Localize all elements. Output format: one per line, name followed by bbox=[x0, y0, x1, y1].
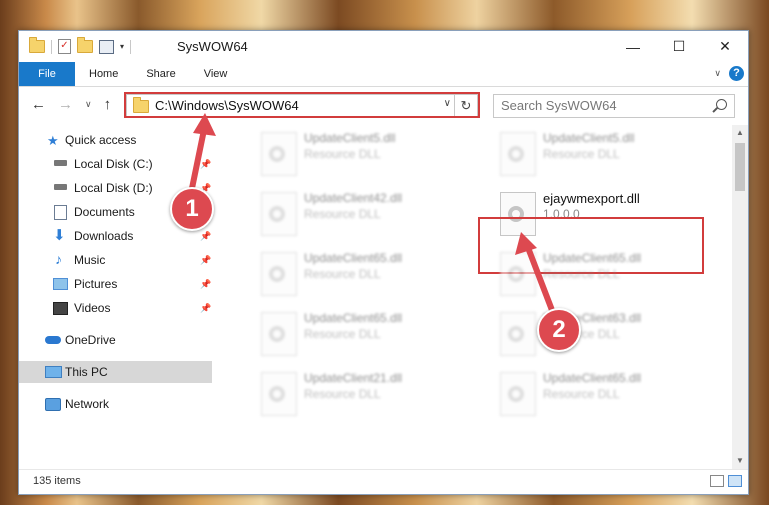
step-badge-1: 1 bbox=[170, 187, 214, 231]
annotation-arrows bbox=[187, 113, 558, 320]
arrow-head-1 bbox=[193, 113, 216, 136]
arrow-head-2 bbox=[515, 232, 537, 255]
step-badge-2: 2 bbox=[537, 308, 581, 352]
arrow-line-2 bbox=[524, 243, 558, 320]
